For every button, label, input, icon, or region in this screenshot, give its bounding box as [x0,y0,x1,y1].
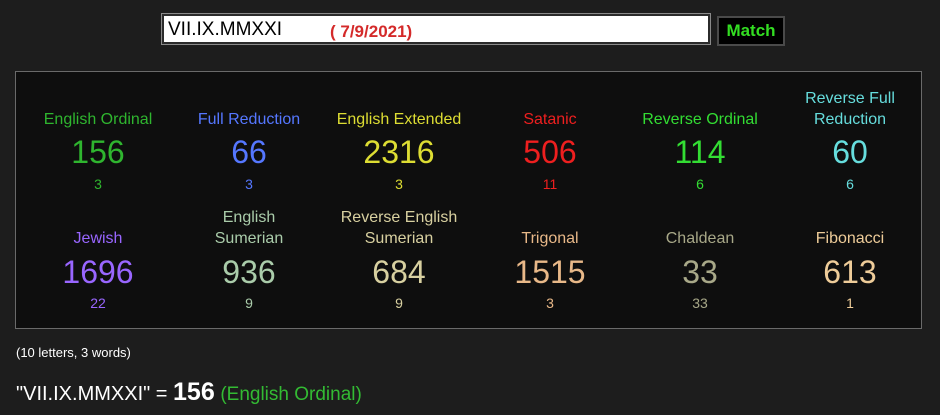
cipher-reduced-value: 6 [696,176,704,192]
cipher-reduced-value: 3 [546,295,554,311]
cipher-reduced-value: 1 [846,295,854,311]
cipher-name: Full Reduction [197,111,301,128]
cipher-value: 1515 [514,254,586,290]
cipher-reduced-value: 33 [692,295,708,311]
cipher-value: 2316 [363,134,435,170]
cipher-reduced-value: 3 [245,176,253,192]
cipher-value: 684 [372,254,426,290]
cipher-name: English Sumerian [214,209,284,247]
cipher-value: 613 [823,254,877,290]
cipher-value: 156 [71,134,125,170]
search-date-label: ( 7/9/2021) [330,22,413,41]
cipher-value: 66 [231,134,267,170]
result-line: "VII.IX.MMXXI" = 156 (English Ordinal) [16,378,362,407]
cipher-name: Reverse Ordinal [642,111,758,128]
cipher-name: Reverse Full Reduction [805,90,895,128]
cipher-name: Reverse English Sumerian [340,209,458,247]
cipher-reduced-value: 22 [90,295,106,311]
cipher-value: 936 [222,254,276,290]
cipher-name: English Extended [336,111,462,128]
cipher-reduced-value: 9 [245,295,253,311]
search-bar: ( 7/9/2021) Match [161,13,802,48]
letter-word-count: (10 letters, 3 words) [16,345,131,360]
cipher-reduced-value: 6 [846,176,854,192]
result-phrase: "VII.IX.MMXXI" = [16,383,168,405]
result-cipher-name[interactable]: (English Ordinal) [220,384,362,405]
cipher-name: Trigonal [521,230,579,247]
cipher-reduced-value: 9 [395,295,403,311]
cipher-name: Fibonacci [815,230,885,247]
search-box[interactable]: ( 7/9/2021) [161,13,711,45]
cipher-reduced-value: 3 [94,176,102,192]
cipher-name: Jewish [73,230,123,247]
search-input[interactable] [168,18,318,42]
result-value: 156 [173,378,215,406]
cipher-reduced-value: 3 [395,176,403,192]
cipher-value: 1696 [62,254,134,290]
cipher-reduced-value: 11 [542,176,558,192]
cipher-value: 506 [523,134,577,170]
cipher-name: English Ordinal [43,111,153,128]
match-button[interactable]: Match [717,16,785,46]
cipher-name: Satanic [523,111,577,128]
cipher-value: 60 [832,134,868,170]
cipher-name: Chaldean [665,230,735,247]
cipher-value: 33 [682,254,718,290]
cipher-results-panel: English Ordinal 156 3 Full Reduction 66 … [15,71,922,329]
cipher-value: 114 [674,134,726,170]
